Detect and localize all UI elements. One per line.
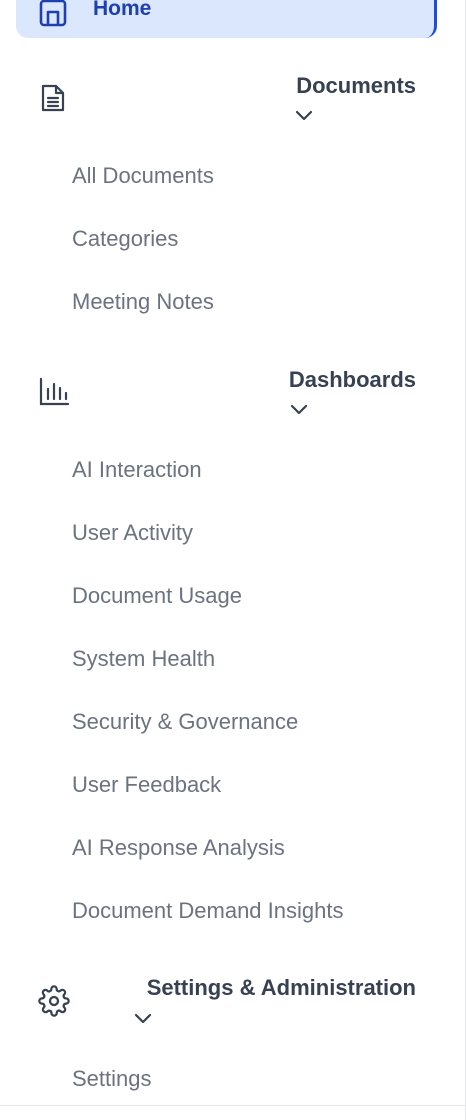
sidebar-item-document-usage[interactable]: Document Usage: [72, 582, 242, 610]
document-icon: [38, 82, 70, 114]
section-title-documents: Documents: [296, 73, 416, 98]
home-icon: [38, 0, 68, 28]
sidebar-item-settings[interactable]: Settings: [72, 1065, 152, 1093]
sidebar-item-categories[interactable]: Categories: [72, 225, 178, 253]
sidebar-item-home[interactable]: Home: [16, 0, 437, 38]
bar-chart-icon: [38, 376, 70, 408]
section-dashboards[interactable]: Dashboards: [0, 364, 466, 424]
chevron-down-icon[interactable]: [289, 402, 309, 416]
sidebar-item-security-governance[interactable]: Security & Governance: [72, 708, 298, 736]
chevron-down-icon[interactable]: [294, 108, 314, 122]
sidebar-item-all-documents[interactable]: All Documents: [72, 162, 214, 190]
gear-icon: [38, 985, 70, 1017]
section-documents[interactable]: Documents: [0, 70, 466, 130]
section-settings-administration[interactable]: Settings & Administration: [0, 973, 466, 1033]
sidebar-item-ai-interaction[interactable]: AI Interaction: [72, 456, 202, 484]
sidebar-item-document-demand-insights[interactable]: Document Demand Insights: [72, 897, 343, 925]
sidebar-item-meeting-notes[interactable]: Meeting Notes: [72, 288, 214, 316]
section-title-settings-administration: Settings & Administration: [146, 975, 416, 1000]
sidebar-item-user-feedback[interactable]: User Feedback: [72, 771, 221, 799]
sidebar-item-system-health[interactable]: System Health: [72, 645, 215, 673]
sidebar-nav: Home Documents All Documents Categories …: [0, 0, 466, 1120]
chevron-down-icon[interactable]: [133, 1011, 153, 1025]
sidebar-item-ai-response-analysis[interactable]: AI Response Analysis: [72, 834, 285, 862]
divider: [0, 1105, 465, 1106]
sidebar-item-user-activity[interactable]: User Activity: [72, 519, 193, 547]
section-title-dashboards: Dashboards: [288, 367, 416, 392]
sidebar-item-label: Home: [93, 0, 152, 20]
